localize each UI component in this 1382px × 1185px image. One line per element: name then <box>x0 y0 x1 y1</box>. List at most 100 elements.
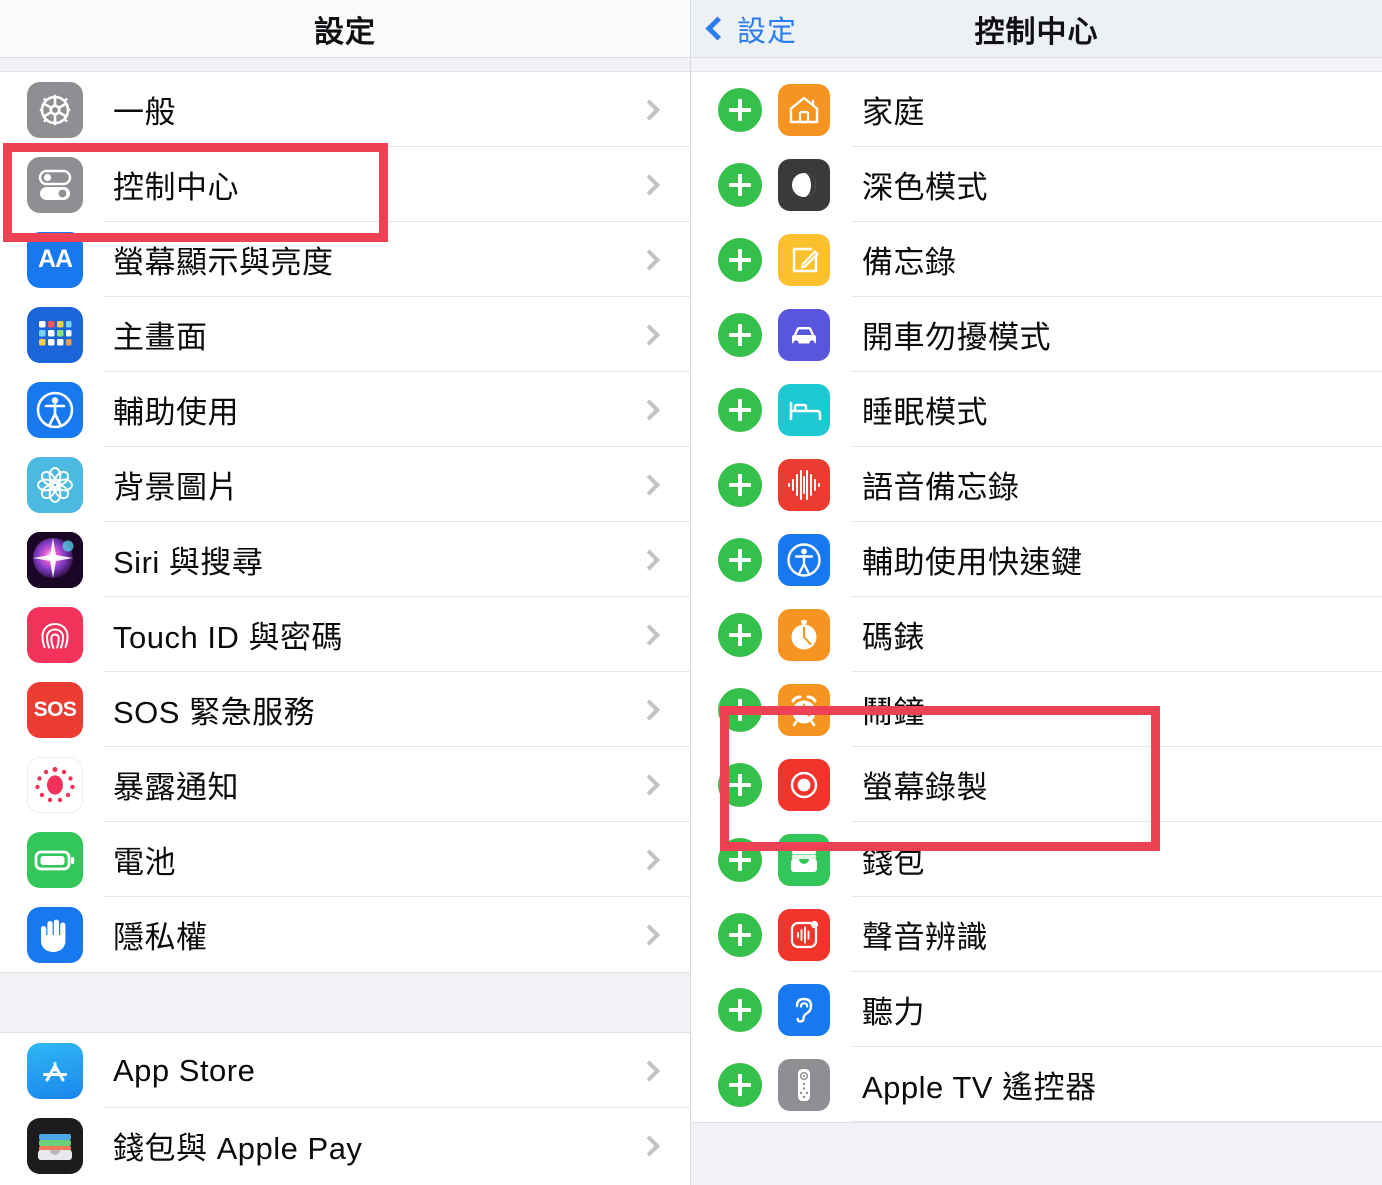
sidebar-item-accessibility[interactable]: 輔助使用 <box>0 372 690 447</box>
sidebar-item-label: 背景圖片 <box>113 470 239 505</box>
add-control-button[interactable] <box>718 687 762 732</box>
apple-tv-remote-icon <box>778 1058 830 1111</box>
list-item[interactable]: 聲音辨識 <box>691 897 1382 972</box>
sidebar-item-display-brightness[interactable]: AA 螢幕顯示與亮度 <box>0 222 690 297</box>
sidebar-item-general[interactable]: 一般 <box>0 72 690 147</box>
settings-master-panel: 設定 一般 控制中心 AA 螢幕顯示與亮度 主畫面 輔助使用 背景圖片 Siri… <box>0 0 691 1185</box>
home-app-icon <box>778 83 830 136</box>
list-bottom-spacer <box>691 1122 1382 1185</box>
list-item[interactable]: 開車勿擾模式 <box>691 297 1382 372</box>
sidebar-item-home-screen[interactable]: 主畫面 <box>0 297 690 372</box>
chevron-right-icon <box>638 173 661 196</box>
list-item-label: 深色模式 <box>862 170 988 205</box>
list-item-label: 錢包 <box>862 845 925 880</box>
chevron-right-icon <box>638 848 661 871</box>
add-control-button[interactable] <box>718 237 762 282</box>
list-item-label: 螢幕錄製 <box>862 770 988 805</box>
list-item-label: 開車勿擾模式 <box>862 320 1051 355</box>
driving-focus-icon <box>778 308 830 361</box>
list-item[interactable]: 深色模式 <box>691 147 1382 222</box>
add-control-button[interactable] <box>718 1062 762 1107</box>
alarm-icon <box>778 683 830 736</box>
list-item[interactable]: 輔助使用快速鍵 <box>691 522 1382 597</box>
list-item[interactable]: 家庭 <box>691 72 1382 147</box>
add-control-button[interactable] <box>718 162 762 207</box>
add-control-button[interactable] <box>718 312 762 357</box>
sidebar-item-label: 電池 <box>113 845 176 880</box>
voice-memos-icon <box>778 458 830 511</box>
control-center-icon <box>27 156 83 213</box>
sidebar-item-emergency-sos[interactable]: SOS SOS 緊急服務 <box>0 672 690 747</box>
add-control-button[interactable] <box>718 387 762 432</box>
list-item-label: 語音備忘錄 <box>862 470 1020 505</box>
row-separator <box>851 1121 1382 1122</box>
sidebar-item-label: 錢包與 Apple Pay <box>113 1131 363 1166</box>
gear-icon <box>27 81 83 138</box>
chevron-right-icon <box>638 1134 661 1157</box>
chevron-right-icon <box>638 548 661 571</box>
add-control-button[interactable] <box>718 837 762 882</box>
list-item[interactable]: 睡眠模式 <box>691 372 1382 447</box>
wallet-cc-icon <box>778 833 830 886</box>
add-control-button[interactable] <box>718 537 762 582</box>
list-item[interactable]: 語音備忘錄 <box>691 447 1382 522</box>
stopwatch-icon <box>778 608 830 661</box>
privacy-icon <box>27 906 83 963</box>
sidebar-item-label: Touch ID 與密碼 <box>113 620 343 655</box>
list-item[interactable]: Apple TV 遙控器 <box>691 1047 1382 1122</box>
settings-list-group-2: App Store 錢包與 Apple Pay <box>0 1033 690 1183</box>
add-control-button[interactable] <box>718 462 762 507</box>
chevron-right-icon <box>638 98 661 121</box>
page-title: 控制中心 <box>974 15 1099 49</box>
sidebar-item-label: 螢幕顯示與亮度 <box>113 245 334 280</box>
wallet-icon <box>27 1117 83 1174</box>
sidebar-item-label: 暴露通知 <box>113 770 239 805</box>
chevron-right-icon <box>638 473 661 496</box>
sidebar-item-battery[interactable]: 電池 <box>0 822 690 897</box>
exposure-notification-icon <box>27 756 83 813</box>
list-item-label: 家庭 <box>862 95 925 130</box>
list-item[interactable]: 聽力 <box>691 972 1382 1047</box>
list-item[interactable]: 錢包 <box>691 822 1382 897</box>
sidebar-item-app-store[interactable]: App Store <box>0 1033 690 1108</box>
siri-icon <box>27 531 83 588</box>
list-item[interactable]: 鬧鐘 <box>691 672 1382 747</box>
sidebar-item-label: 輔助使用 <box>113 395 239 430</box>
ios-settings-split-view: 設定 一般 控制中心 AA 螢幕顯示與亮度 主畫面 輔助使用 背景圖片 Siri… <box>0 0 1382 1185</box>
chevron-right-icon <box>638 323 661 346</box>
screen-record-icon <box>778 758 830 811</box>
sidebar-item-exposure-notifications[interactable]: 暴露通知 <box>0 747 690 822</box>
sidebar-item-label: 一般 <box>113 95 176 130</box>
add-control-button[interactable] <box>718 912 762 957</box>
sidebar-item-touch-id[interactable]: Touch ID 與密碼 <box>0 597 690 672</box>
sidebar-item-control-center[interactable]: 控制中心 <box>0 147 690 222</box>
add-control-button[interactable] <box>718 987 762 1032</box>
sidebar-item-wallet-apple-pay[interactable]: 錢包與 Apple Pay <box>0 1108 690 1183</box>
sidebar-item-label: App Store <box>113 1052 256 1088</box>
sidebar-item-siri-search[interactable]: Siri 與搜尋 <box>0 522 690 597</box>
list-item[interactable]: 碼錶 <box>691 597 1382 672</box>
list-item[interactable]: 備忘錄 <box>691 222 1382 297</box>
accessibility-icon <box>27 381 83 438</box>
chevron-right-icon <box>638 398 661 421</box>
add-control-button[interactable] <box>718 762 762 807</box>
chevron-right-icon <box>638 698 661 721</box>
sidebar-item-label: SOS 緊急服務 <box>113 695 316 730</box>
sidebar-item-privacy[interactable]: 隱私權 <box>0 897 690 972</box>
hearing-icon <box>778 983 830 1036</box>
list-item-label: 聲音辨識 <box>862 920 988 955</box>
sidebar-item-wallpaper[interactable]: 背景圖片 <box>0 447 690 522</box>
add-control-button[interactable] <box>718 87 762 132</box>
list-item-screen-recording[interactable]: 螢幕錄製 <box>691 747 1382 822</box>
display-brightness-icon: AA <box>27 231 83 288</box>
notes-icon <box>778 233 830 286</box>
back-button[interactable]: 設定 <box>705 8 797 50</box>
chevron-right-icon <box>638 1059 661 1082</box>
page-title: 設定 <box>314 15 376 49</box>
sos-icon: SOS <box>27 681 83 738</box>
list-top-spacer <box>691 58 1382 72</box>
accessibility-shortcut-icon <box>778 533 830 586</box>
chevron-right-icon <box>638 923 661 946</box>
sidebar-item-label: 主畫面 <box>113 320 208 355</box>
add-control-button[interactable] <box>718 612 762 657</box>
